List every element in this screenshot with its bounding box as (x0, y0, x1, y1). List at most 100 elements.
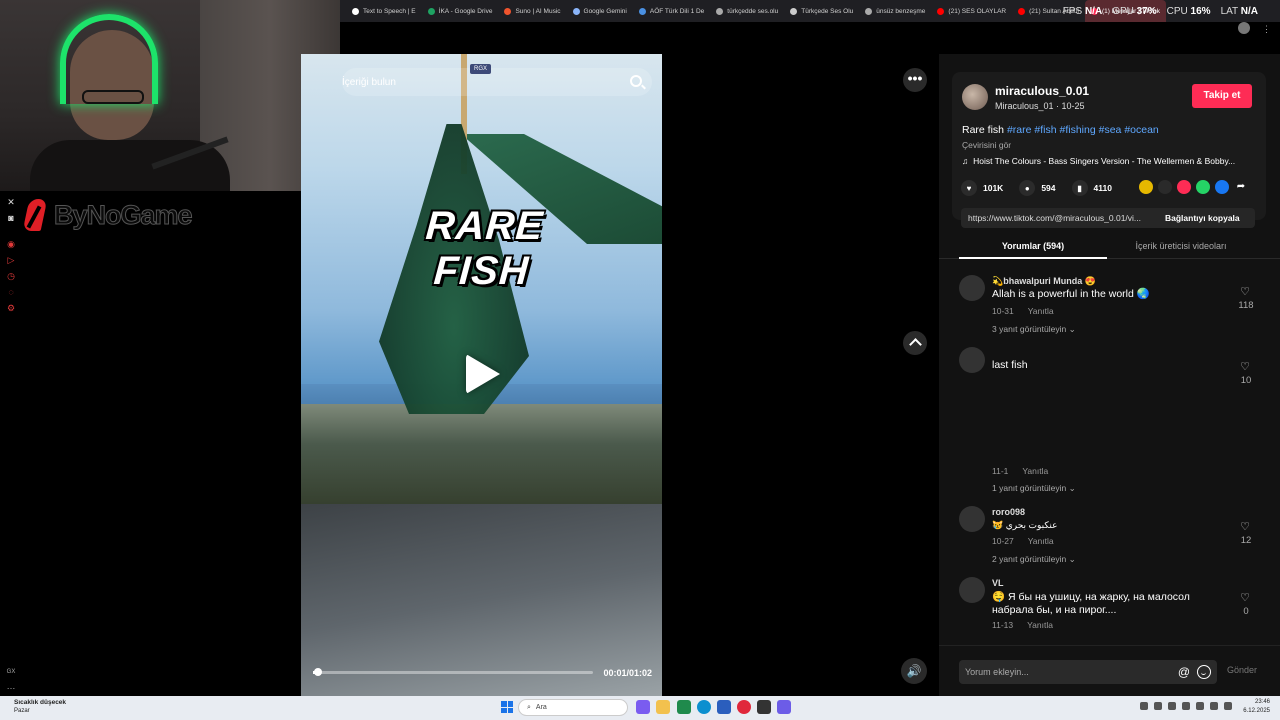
taskbar-app-icon[interactable] (757, 700, 771, 714)
more-options-button[interactable]: ••• (903, 68, 927, 92)
tab-creator-videos[interactable]: İçerik üreticisi videoları (1107, 241, 1255, 251)
post-description: Rare fish #rare #fish #fishing #sea #oce… (962, 124, 1159, 136)
avatar[interactable] (959, 577, 985, 603)
view-replies-link[interactable]: 2 yanıt görüntüleyin ⌄ (992, 554, 1076, 565)
hashtag-link[interactable]: #sea (1099, 124, 1122, 136)
heart-outline-icon[interactable]: ♡ (1237, 360, 1253, 373)
hashtag-link[interactable]: #ocean (1124, 124, 1158, 136)
translate-link[interactable]: Çevirisini gör (962, 140, 1011, 150)
author-username[interactable]: miraculous_0.01 (995, 84, 1089, 98)
browser-tab[interactable]: (21) SES OLAYLAR (931, 0, 1012, 22)
clock[interactable]: 23:46 6.12.2025 (1243, 698, 1270, 716)
emoji-icon[interactable] (1197, 665, 1211, 679)
video-caption-overlay: RARE FISH (424, 204, 545, 293)
search-input[interactable]: İçeriği bulun (342, 77, 396, 88)
gx-icon[interactable]: GX (6, 667, 16, 677)
reply-link[interactable]: Yanıtla (1028, 306, 1054, 316)
tray-app-icon[interactable] (1182, 702, 1190, 710)
send-icon[interactable] (1177, 180, 1191, 194)
x-icon[interactable]: ✕ (6, 197, 16, 207)
share-arrow-icon[interactable]: ➦ (1234, 180, 1248, 194)
browser-tab[interactable]: ünsüz benzeşme (859, 0, 931, 22)
send-comment-button[interactable]: Gönder (1227, 665, 1257, 675)
weather-widget[interactable]: Sıcaklık düşecek Pazar (14, 699, 66, 715)
whatsapp-icon[interactable] (1196, 180, 1210, 194)
video-player[interactable]: RARE FISH 00:01/01:02 (301, 54, 662, 696)
chevron-up-icon[interactable] (1140, 702, 1148, 710)
heart-outline-icon[interactable]: ♡ (1237, 591, 1253, 604)
wifi-icon[interactable] (1196, 702, 1204, 710)
heart-icon[interactable]: ♥ (961, 180, 977, 196)
battery-icon[interactable] (1224, 702, 1232, 710)
mention-icon[interactable]: @ (1177, 665, 1191, 679)
comment-username[interactable]: VL (992, 578, 1004, 588)
music-link[interactable]: ♫ Hoist The Colours - Bass Singers Versi… (962, 156, 1260, 166)
heart-outline-icon[interactable]: ♡ (1237, 520, 1253, 533)
share-buttons: ➦ (1139, 180, 1248, 194)
avatar[interactable] (962, 84, 988, 110)
facebook-icon[interactable] (1215, 180, 1229, 194)
comment-username[interactable]: 💫bhawalpuri Munda 😍 (992, 276, 1096, 287)
play-icon[interactable] (466, 354, 500, 394)
comment-input[interactable]: Yorum ekleyin... @ (959, 660, 1217, 684)
bookmark-icon[interactable]: ▮ (1071, 180, 1088, 196)
comment-like-count: 118 (1238, 300, 1254, 311)
search-bar[interactable]: İçeriği bulun (342, 68, 652, 96)
video-progress-bar[interactable] (313, 668, 593, 676)
browser-tab[interactable]: türkçedde ses.olu (710, 0, 784, 22)
windows-start-icon[interactable] (501, 701, 513, 713)
tray-app-icon[interactable] (1154, 702, 1162, 710)
reply-link[interactable]: Yanıtla (1022, 466, 1048, 476)
taskbar-app-icon[interactable] (777, 700, 791, 714)
view-replies-link[interactable]: 3 yanıt görüntüleyin ⌄ (992, 324, 1076, 335)
browser-tab[interactable]: İKA - Google Drive (422, 0, 499, 22)
chat-icon[interactable]: ◌ (6, 287, 16, 297)
browser-tab[interactable]: Text to Speech | E (346, 0, 422, 22)
embed-icon[interactable] (1158, 180, 1172, 194)
logo-text: ByNoGame (54, 199, 194, 230)
kebab-menu-icon[interactable]: ⋮ (1262, 24, 1271, 34)
taskbar-search[interactable]: ⌕ Ara (518, 699, 628, 716)
copy-link-button[interactable]: Bağlantıyı kopyala (1157, 213, 1248, 223)
folder-icon[interactable] (656, 700, 670, 714)
follow-button[interactable]: Takip et (1192, 84, 1252, 108)
comment-meta: 10-27 Yanıtla (992, 536, 1054, 546)
profile-avatar-icon[interactable] (1238, 22, 1250, 34)
browser-tab[interactable]: Türkçede Ses Olu (784, 0, 859, 22)
hashtag-link[interactable]: #fish (1034, 124, 1056, 136)
play-icon[interactable]: ▷ (6, 255, 16, 265)
search-icon[interactable] (630, 75, 642, 87)
volume-icon[interactable]: 🔊 (901, 658, 927, 684)
tray-app-icon[interactable] (1168, 702, 1176, 710)
heart-outline-icon[interactable]: ♡ (1237, 285, 1253, 298)
hashtag-link[interactable]: #rare (1007, 124, 1032, 136)
previous-video-button[interactable] (903, 331, 927, 355)
reply-link[interactable]: Yanıtla (1028, 536, 1054, 546)
avatar[interactable] (959, 275, 985, 301)
comment-icon[interactable]: ● (1019, 180, 1036, 196)
browser-tab[interactable]: Suno | AI Music (498, 0, 566, 22)
edge-icon[interactable] (697, 700, 711, 714)
avatar[interactable] (959, 347, 985, 373)
avatar[interactable] (959, 506, 985, 532)
taskbar-app-icon[interactable] (717, 700, 731, 714)
taskbar-app-icon[interactable] (636, 700, 650, 714)
discord-icon[interactable]: ◙ (6, 213, 16, 223)
settings-icon[interactable]: ⚙ (6, 303, 16, 313)
browser-tab[interactable]: Google Gemini (567, 0, 633, 22)
fps-readout: FPS N/A (1062, 5, 1103, 17)
reply-link[interactable]: Yanıtla (1027, 620, 1053, 630)
opera-icon[interactable] (737, 700, 751, 714)
bynogame-logo: ByNoGame (22, 196, 194, 234)
clock-icon[interactable]: ◷ (6, 271, 16, 281)
browser-tab[interactable]: AÖF Türk Dili 1 De (633, 0, 710, 22)
coin-icon[interactable] (1139, 180, 1153, 194)
speaker-icon[interactable] (1210, 702, 1218, 710)
hashtag-link[interactable]: #fishing (1059, 124, 1095, 136)
comment-username[interactable]: roro098 (992, 507, 1025, 517)
target-icon[interactable]: ◉ (6, 239, 16, 249)
view-replies-link[interactable]: 1 yanıt görüntüleyin ⌄ (992, 483, 1076, 494)
tab-comments[interactable]: Yorumlar (594) (959, 241, 1107, 251)
taskbar-app-icon[interactable] (677, 700, 691, 714)
more-icon[interactable]: … (6, 681, 16, 691)
